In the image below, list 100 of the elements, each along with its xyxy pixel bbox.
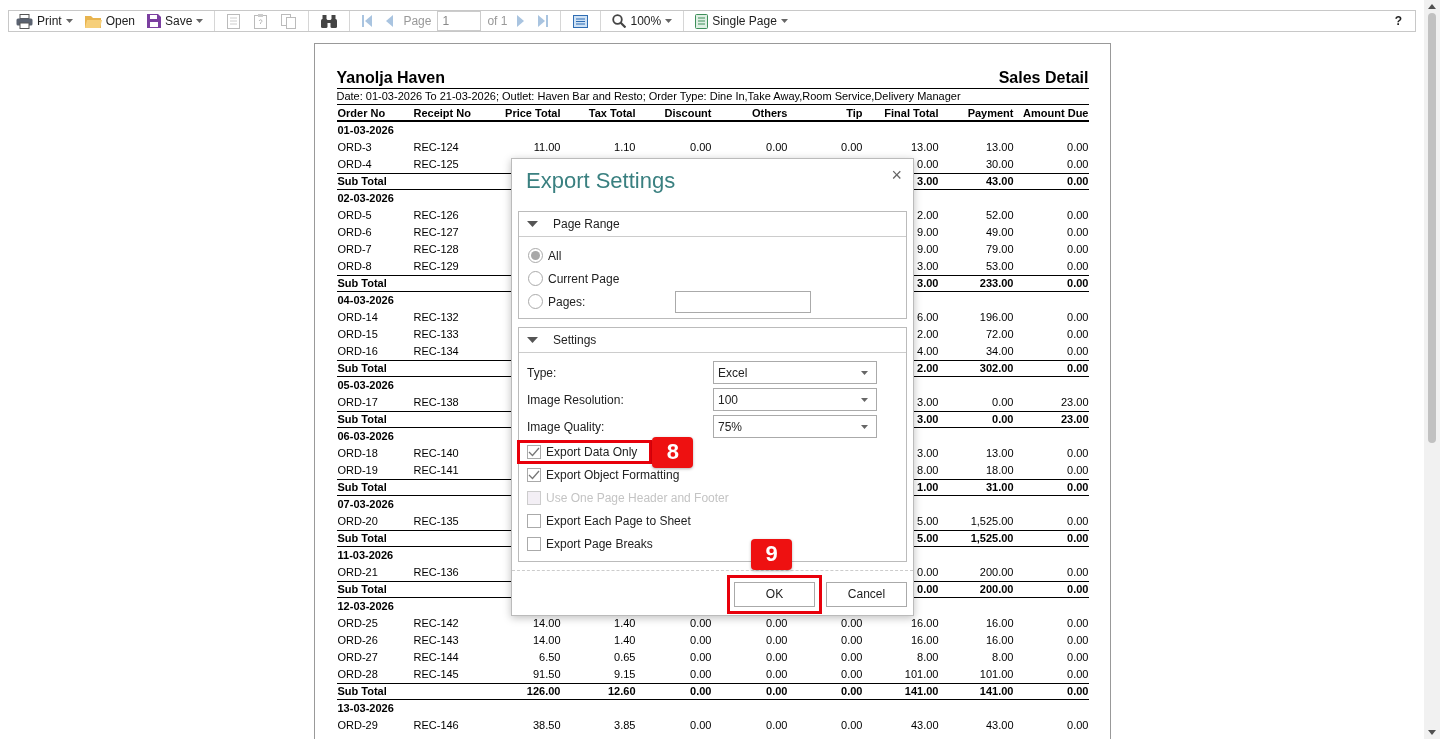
table-cell: 0.00	[690, 634, 712, 646]
table-cell: 16.00	[985, 634, 1014, 646]
table-cell: ORD-8	[337, 260, 372, 272]
table-cell: 4.00	[917, 345, 939, 357]
table-cell: 18.00	[985, 464, 1014, 476]
table-cell: REC-142	[413, 617, 459, 629]
table-cell: 34.00	[985, 345, 1014, 357]
subtotal-cell: 141.00	[904, 685, 939, 697]
table-cell: REC-133	[413, 328, 459, 340]
subtotal-cell: 0.00	[1067, 277, 1089, 289]
panel-header[interactable]: Settings	[519, 328, 906, 353]
scrollbar-thumb[interactable]	[1428, 13, 1436, 443]
up-arrow-icon[interactable]	[1428, 4, 1436, 9]
dropdown-field[interactable]: 75%	[713, 415, 877, 438]
help-button[interactable]: ?	[1391, 12, 1405, 30]
table-cell: 200.00	[979, 566, 1014, 578]
binoculars-icon[interactable]	[321, 14, 338, 28]
table-cell: 0.00	[841, 651, 863, 663]
page-number-field[interactable]: 1	[437, 11, 482, 31]
table-cell: 91.50	[532, 668, 561, 680]
report-title: Yanolja Haven	[336, 68, 445, 88]
subtotal-cell: 233.00	[979, 277, 1014, 289]
zoom-button[interactable]: 100%	[609, 12, 676, 30]
search-icon	[612, 14, 627, 28]
table-cell: ORD-6	[337, 226, 372, 238]
date-group-label: 06-03-2026	[336, 430, 394, 442]
table-cell: 0.00	[690, 668, 712, 680]
checkbox-label: Export Each Page to Sheet	[546, 513, 691, 528]
printer-icon	[16, 13, 33, 29]
table-cell: 16.00	[910, 617, 939, 629]
table-cell: REC-143	[413, 634, 459, 646]
copy-icon[interactable]	[281, 13, 297, 29]
checkbox[interactable]	[527, 467, 541, 482]
table-cell: 3.00	[917, 260, 939, 272]
table-cell: 0.00	[1067, 668, 1089, 680]
table-cell: 0.00	[841, 141, 863, 153]
window-icon[interactable]	[573, 14, 589, 28]
subtotal-cell: 0.00	[1067, 532, 1089, 544]
subtotal-cell: 5.00	[917, 532, 939, 544]
last-page-icon[interactable]	[538, 15, 549, 27]
panel-header[interactable]: Page Range	[519, 212, 906, 237]
table-cell: 53.00	[985, 260, 1014, 272]
table-cell: ORD-17	[337, 396, 378, 408]
table-cell: ORD-27	[337, 651, 378, 663]
table-cell: 72.00	[985, 328, 1014, 340]
panel-title: Page Range	[553, 217, 620, 231]
ok-button[interactable]: OK	[734, 581, 815, 607]
checkbox[interactable]	[527, 444, 541, 459]
open-button[interactable]: Open	[81, 12, 139, 30]
table-cell: REC-141	[413, 464, 459, 476]
save-button[interactable]: Save	[144, 12, 207, 30]
down-arrow-icon[interactable]	[1428, 730, 1436, 735]
radio-label: Pages:	[548, 294, 586, 309]
document-icon[interactable]	[227, 13, 241, 29]
table-cell: 0.00	[1067, 447, 1089, 459]
subtotal-cell: 1.00	[917, 481, 939, 493]
date-group-label: 07-03-2026	[336, 498, 394, 510]
checkbox[interactable]	[527, 513, 541, 528]
table-cell: 3.85	[614, 719, 636, 731]
subtotal-cell: 0.00	[690, 685, 712, 697]
document-icon[interactable]	[254, 13, 268, 29]
previous-icon[interactable]	[386, 15, 394, 27]
table-cell: 1.40	[614, 634, 636, 646]
table-cell: ORD-16	[337, 345, 378, 357]
subtotal-cell: Sub Total	[337, 277, 387, 289]
subtotal-cell: Sub Total	[337, 532, 387, 544]
scrollbar[interactable]	[1424, 0, 1440, 739]
caret-icon	[861, 424, 868, 429]
dropdown-field[interactable]: 100	[713, 388, 877, 411]
close-button[interactable]: ×	[888, 165, 905, 186]
checkbox-label: Export Data Only	[546, 444, 638, 459]
table-cell: 79.00	[985, 243, 1014, 255]
table-cell: 6.00	[917, 311, 939, 323]
subtotal-cell: 0.00	[841, 685, 863, 697]
subtotal-cell: 302.00	[979, 362, 1014, 374]
table-cell: 196.00	[979, 311, 1014, 323]
print-button[interactable]: Print	[13, 11, 76, 31]
table-cell: 0.00	[1067, 719, 1089, 731]
table-cell: 0.00	[1067, 464, 1089, 476]
first-page-icon[interactable]	[362, 15, 373, 27]
table-cell: 0.00	[1067, 617, 1089, 629]
table-cell: 101.00	[979, 668, 1014, 680]
callout-badge: 9	[751, 538, 792, 570]
column-header: Tip	[845, 106, 864, 121]
view-mode-button[interactable]: Single Page	[692, 11, 791, 31]
subtotal-cell: 23.00	[1060, 413, 1089, 425]
cancel-button[interactable]: Cancel	[826, 581, 907, 607]
table-cell: REC-136	[413, 566, 459, 578]
pages-field[interactable]	[675, 290, 811, 313]
table-cell: 13.00	[985, 447, 1014, 459]
subtotal-cell: 0.00	[1067, 362, 1089, 374]
next-icon[interactable]	[517, 15, 525, 27]
subtotal-cell: 31.00	[985, 481, 1014, 493]
table-cell: ORD-29	[337, 719, 378, 731]
checkbox[interactable]	[527, 536, 541, 551]
subtotal-cell: 0.00	[992, 413, 1014, 425]
table-cell: 3.00	[917, 396, 939, 408]
checkbox-label: Export Page Breaks	[546, 536, 653, 551]
date-group-label: 04-03-2026	[336, 294, 394, 306]
dropdown-field[interactable]: Excel	[713, 361, 877, 384]
